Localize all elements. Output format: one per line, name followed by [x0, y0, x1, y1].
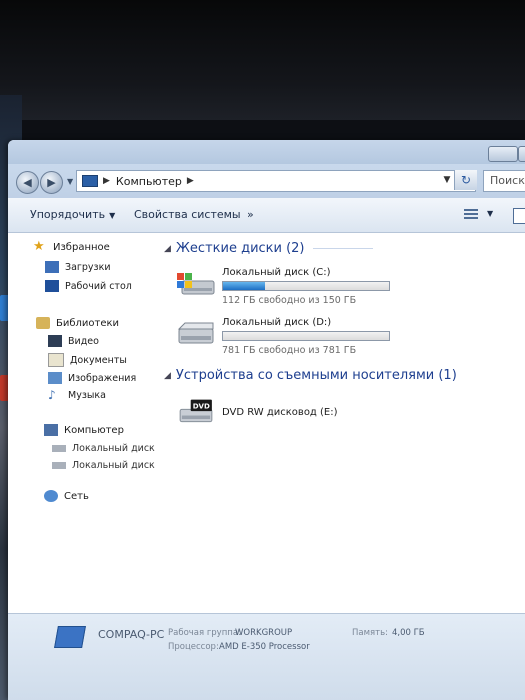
hard-drive-icon [177, 322, 214, 344]
drive-usage-bar [222, 331, 390, 341]
memory-value: 4,00 ГБ [392, 628, 425, 638]
system-properties-button[interactable]: Свойства системы [134, 208, 241, 221]
command-bar: Упорядочить ▼ Свойства системы » ▼ [8, 198, 525, 233]
refresh-icon: ↻ [460, 173, 472, 187]
desktop-icon [45, 280, 59, 292]
drive-usage-fill [223, 282, 265, 290]
breadcrumb-computer[interactable]: Компьютер [116, 175, 182, 188]
sidebar-item-label: Компьютер [64, 424, 124, 436]
forward-button[interactable]: ▶ [40, 171, 63, 194]
computer-icon [54, 626, 86, 648]
arrow-right-icon: ▶ [47, 176, 56, 189]
drive-name: DVD RW дисковод (E:) [222, 407, 338, 418]
preview-pane-icon[interactable] [513, 208, 525, 224]
recent-pages-dropdown[interactable]: ▼ [67, 177, 73, 186]
sidebar-item-label: Локальный диск (D [72, 460, 169, 471]
workgroup-label: Рабочая группа: [168, 628, 241, 638]
organize-label: Упорядочить [30, 208, 106, 221]
search-input[interactable]: Поиск: К [483, 170, 525, 192]
drive-free-space: 112 ГБ свободно из 150 ГБ [222, 295, 357, 306]
address-bar[interactable]: ▶ Компьютер ▶ [76, 170, 476, 192]
chevron-right-icon[interactable]: ▶ [103, 176, 110, 186]
sidebar-item-label: Рабочий стол [65, 280, 132, 292]
group-title: Устройства со съемными носителями (1) [175, 368, 457, 383]
group-title: Жесткие диски (2) [175, 241, 305, 256]
sidebar-item-label: Сеть [64, 490, 89, 502]
collapse-icon[interactable]: ◢ [164, 244, 171, 254]
explorer-window: ◀ ▶ ▼ ▶ Компьютер ▶ ▼ ↻ Поиск: К Упорядо… [8, 140, 525, 700]
dvd-logo-text: DVD [193, 401, 210, 410]
workgroup-value: WORKGROUP [235, 628, 293, 638]
sidebar-item-network[interactable]: Сеть [44, 490, 89, 502]
arrow-left-icon: ◀ [23, 176, 32, 189]
back-button[interactable]: ◀ [16, 171, 39, 194]
chevron-right-icon[interactable]: ▶ [187, 176, 194, 186]
sidebar-item-label: Изображения [68, 372, 137, 384]
view-options-icon[interactable] [464, 209, 478, 221]
collapse-icon[interactable]: ◢ [164, 371, 171, 381]
windows-drive-icon [177, 273, 215, 295]
computer-name: COMPAQ-PC [98, 628, 165, 641]
chevron-down-icon: ▼ [109, 211, 116, 220]
sidebar-item-pictures[interactable]: Изображения [48, 372, 136, 384]
details-pane: COMPAQ-PC Рабочая группа: WORKGROUP Памя… [8, 613, 525, 700]
title-bar [8, 140, 525, 164]
video-icon [48, 335, 62, 347]
processor-value: AMD E-350 Processor [219, 642, 310, 652]
drive-free-space: 781 ГБ свободно из 781 ГБ [222, 345, 357, 356]
memory-label: Память: [352, 628, 388, 638]
documents-icon [48, 353, 64, 367]
network-icon [44, 490, 58, 502]
sidebar-item-computer[interactable]: Компьютер [44, 424, 124, 436]
sidebar-item-documents[interactable]: Документы [48, 353, 127, 367]
drive-name: Локальный диск (D:) [222, 317, 332, 328]
computer-icon [44, 424, 58, 436]
hard-drive-icon [52, 445, 66, 452]
drive-name: Локальный диск (C:) [222, 267, 331, 278]
sidebar-item-desktop[interactable]: Рабочий стол [45, 280, 132, 292]
organize-button[interactable]: Упорядочить ▼ [30, 208, 115, 221]
pictures-icon [48, 372, 62, 384]
content-pane: ◢ Жесткие диски (2) Локальный диск (C:) … [158, 233, 525, 613]
navigation-pane: ★ Избранное Загрузки Рабочий стол Библио… [8, 233, 169, 613]
sidebar-item-label: Загрузки [65, 261, 111, 273]
sidebar-item-drive-d[interactable]: Локальный диск (D [52, 460, 169, 471]
drive-usage-bar [222, 281, 390, 291]
chevron-down-icon[interactable]: ▼ [487, 209, 493, 218]
chevron-down-icon: ▼ [443, 175, 451, 185]
sidebar-item-label: Локальный диск (С [72, 443, 169, 454]
sidebar-item-libraries[interactable]: Библиотеки [36, 317, 119, 329]
library-icon [36, 317, 50, 329]
sidebar-item-video[interactable]: Видео [48, 335, 99, 347]
address-row: ◀ ▶ ▼ ▶ Компьютер ▶ ▼ ↻ Поиск: К [8, 164, 525, 198]
maximize-button[interactable] [518, 146, 525, 162]
computer-icon [82, 175, 98, 187]
divider [312, 248, 373, 249]
address-dropdown[interactable]: ▼ [440, 170, 454, 190]
hard-drives-group-header[interactable]: ◢ Жесткие диски (2) [164, 241, 373, 256]
sidebar-item-label: Видео [68, 335, 99, 347]
music-icon: ♪ [48, 388, 56, 402]
star-icon: ★ [33, 239, 45, 254]
removable-group-header[interactable]: ◢ Устройства со съемными носителями (1) [164, 368, 457, 383]
sidebar-item-label: Документы [70, 354, 127, 366]
sidebar-item-drive-c[interactable]: Локальный диск (С [52, 443, 168, 454]
sidebar-item-downloads[interactable]: Загрузки [45, 261, 111, 273]
minimize-button[interactable] [488, 146, 518, 162]
more-commands-button[interactable]: » [247, 208, 254, 221]
dvd-drive-icon: DVD [179, 399, 213, 423]
downloads-icon [45, 261, 59, 273]
sidebar-item-label: Музыка [68, 389, 106, 401]
processor-label: Процессор: [168, 642, 219, 652]
refresh-button[interactable]: ↻ [454, 170, 477, 190]
monitor-bezel [0, 0, 525, 120]
sidebar-item-favorites[interactable]: ★ Избранное [33, 239, 110, 254]
sidebar-item-label: Избранное [53, 241, 110, 253]
sidebar-item-label: Библиотеки [56, 317, 120, 329]
hard-drive-icon [52, 462, 66, 469]
sidebar-item-music[interactable]: ♪ Музыка [48, 389, 106, 401]
